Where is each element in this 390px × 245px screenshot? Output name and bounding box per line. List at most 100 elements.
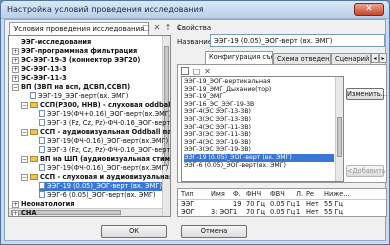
config-item[interactable]: ЭЭГ-3(ЭС ЭЭГ-13-3В) [184,116,334,124]
tree-item[interactable]: ЭС-ЭЭГ-11-3 [21,74,67,83]
conditions-tree[interactable]: ЭЭГ-исследования ЭЭГ-программная фильтрац… [8,35,171,217]
folder-icon [30,174,38,180]
table-cell[interactable]: ЭОГ [181,208,195,217]
document-icon [39,146,45,153]
select-checkbox[interactable] [181,67,189,75]
expand-icon[interactable]: + [12,201,19,208]
tree-item[interactable]: ЭЭГ-3 (Fz, Cz, Pz)-ФЧ-0.16_ЭОГ-верт(вх [39,119,170,128]
tree-item-label: ЭЭГ-19(ФЧ-0.16)_ЭОГ-верт(вх.ЭМГ) [47,164,169,172]
table-cell[interactable]: 55 Гц [324,208,343,217]
folder-icon [30,102,38,108]
tree-item[interactable]: ЭЭГ-19(ФЧ-0.16)_ЭОГ-верт(вх.ЭМГ) [39,164,168,173]
config-item[interactable]: ЭЭГ-4(ЭС ЭЭГ-11-3В) [184,124,334,132]
tree-item[interactable]: ЭЭГ-исследования [21,38,91,47]
tree-item-label: ВП на ШП (аудиовизуальная стимуляция) [40,155,170,163]
table-cell[interactable]: Нет [306,208,319,217]
config-item[interactable]: ЭЭГ-16_ЭС_ЭЭГ-19-3В [184,101,334,109]
config-item[interactable]: ЭЭГ-19_ЭМГ_Дыхание(тор) [184,86,334,94]
name-field[interactable]: ЭЭГ-19 (0.05)_ЭОГ-верт (вх. ЭМГ) [210,34,385,47]
move-up-icon[interactable]: ↑ [163,22,173,33]
tree-item[interactable]: ВП на ШП (аудиовизуальная стимуляция) [30,155,170,164]
cancel-button[interactable]: Отмена [181,225,247,238]
expand-icon[interactable]: + [12,66,19,73]
change-button[interactable]: Изменить... [346,88,387,100]
document-icon [39,110,45,117]
column-header[interactable]: ФНЧ [246,190,261,199]
config-item[interactable]: ЭЭГ-19_ЭОГ-вертикальная [184,78,334,86]
tree-item[interactable]: ЭЭГ-19(ФЧ-0.16)_ЭОГ-верт(вх.ЭМГ) [39,137,168,146]
tree-item[interactable]: ССП - аудиовизуальная Oddball парадигма [30,128,170,137]
new-icon[interactable]: □ [141,22,151,33]
config-item[interactable]: ЭЭГ-3(ЭС ЭЭГ-11-3В) [184,131,334,139]
tree-item[interactable]: ССП - слуховая и аудиовизуальная go/nog [30,173,170,182]
new-icon[interactable]: □ [192,67,201,76]
add-button[interactable]: <Добавить [346,165,386,177]
collapse-icon[interactable]: − [21,102,28,109]
tree-item[interactable]: ЭЭГ-19(ФЧ+0.16)_ЭОГ-верт(вх.ЭМГ) [39,110,171,119]
column-header[interactable]: Тип [181,190,194,199]
table-cell[interactable]: 1 [296,208,300,217]
table-cell[interactable]: 70 Гц [246,208,265,217]
tree-item[interactable]: ЭС-ЭЭГ-19-3 (коннектор ЭЭГ20) [21,56,140,65]
column-header[interactable]: ФВЧ [270,190,285,199]
collapse-icon[interactable]: − [21,156,28,163]
document-icon [39,119,45,126]
title-bar[interactable]: Настройка условий проведения исследовани… [1,1,389,19]
tab-scroll-right[interactable]: ▸ [379,53,387,63]
scroll-thumb[interactable] [337,117,342,157]
channels-table: Тип Имя Ф. ФНЧ ФВЧ Л. Ре Ниже... ЭЭГ 19 70 Гц 0.05 … [177,188,387,217]
config-item[interactable]: ЭЭГ-3(ЭС ЭЭГ-19-3В) [184,146,334,154]
document-icon [39,164,45,171]
config-tabs: Конфигурация съёма Схема отведений Сцена… [177,51,387,64]
tab-scenario[interactable]: Сценарий з [331,53,371,64]
expand-icon[interactable]: + [12,75,19,82]
tree-item-label: ЭС-ЭЭГ-11-3 [21,74,67,82]
column-header[interactable]: Ф. [233,190,241,199]
delete-icon[interactable]: ✕ [203,67,212,76]
config-item[interactable]: ЭЭГ-4(ЭС ЭЭГ-13-3В) [184,108,334,116]
tree-item[interactable]: ВП (ЗВП на всп, ДСВП,ССВП) [21,83,130,92]
tree-item[interactable]: ЭЭГ-6 (0.05)_ЭОГ-верт(вх. ЭМГ) [39,191,156,200]
collapse-icon[interactable]: − [12,84,19,91]
collapse-icon[interactable]: − [21,174,28,181]
document-icon [39,137,45,144]
tree-item-label: СНА [21,209,37,217]
ok-button[interactable]: ОК [101,225,167,238]
tree-item-label: Неонатология [21,200,75,208]
dialog-client: Условия проведения исследования □ ✕ ↑ ↓ ЭЭГ… [4,19,387,241]
tree-item[interactable]: ЭЭГ-19_ЭЭГ-верт(вх. ЭМГ) [30,92,128,101]
config-item[interactable]: ЭЭГ-6 (0.05)_ЭОГ-верт(вх. ЭМГ) [184,162,334,170]
column-header[interactable]: Ниже... [324,190,350,199]
tree-item[interactable]: ЭЭГ-19 (0.05)_ЭОГ-верт (вх. ЭМГ) [39,182,162,191]
tree-item[interactable]: СНА [21,209,37,217]
tree-item[interactable]: ССП(Р300, ННВ) - слуховая oddball паради… [30,101,170,110]
column-header[interactable]: Л. [296,190,303,199]
tab-montage[interactable]: Схема отведений [273,53,331,64]
expand-icon[interactable]: + [12,57,19,64]
tab-acquisition-config[interactable]: Конфигурация съёма [205,51,273,64]
config-list[interactable]: ЭЭГ-19_ЭОГ-вертикальная ЭЭГ-19_ЭМГ_Дыхани… [181,76,344,182]
tree-item[interactable]: ЭС-ЭЭГ-13-3 [21,65,67,74]
tree-item-label: ЭЭГ-19(ФЧ+0.16)_ЭОГ-верт(вх.ЭМГ) [47,110,171,118]
column-header[interactable]: Ре [306,190,314,199]
table-cell[interactable]: 3: ЭОГ [211,208,233,217]
tree-item[interactable]: Неонатология [21,200,75,209]
expand-icon[interactable]: + [12,48,19,55]
tab-scroll-left[interactable]: ◂ [371,53,379,63]
tree-item-label: ЭЭГ-программная фильтрация [21,47,138,55]
collapse-icon[interactable]: − [21,129,28,136]
table-cell[interactable]: 0.05 Гц [270,208,295,217]
tab-study-conditions[interactable]: Условия проведения исследования [9,22,150,35]
tree-item[interactable]: ЭЭГ-3 (Fz, Cz, Pz)-ФЧ-0.16_ЭОГ-верт(вх [39,146,170,155]
close-button[interactable]: ✕ [354,3,384,16]
config-list-scrollbar[interactable] [335,77,343,181]
config-item[interactable]: ЭЭГ-4(ЭС ЭЭГ-19-3В) [184,139,334,147]
config-item[interactable]: ЭЭГ-19_ЭМГ [184,93,334,101]
delete-icon[interactable]: ✕ [152,22,162,33]
expand-icon[interactable]: + [12,210,19,216]
config-item[interactable]: ЭЭГ-19 (0.05)_ЭОГ-верт (вх. ЭМГ) [184,154,334,162]
tree-item[interactable]: ЭЭГ-программная фильтрация [21,47,137,56]
window-title: Настройка условий проведения исследовани… [7,5,204,14]
column-header[interactable]: Имя [211,190,225,199]
table-cell[interactable]: 1 [233,208,237,217]
